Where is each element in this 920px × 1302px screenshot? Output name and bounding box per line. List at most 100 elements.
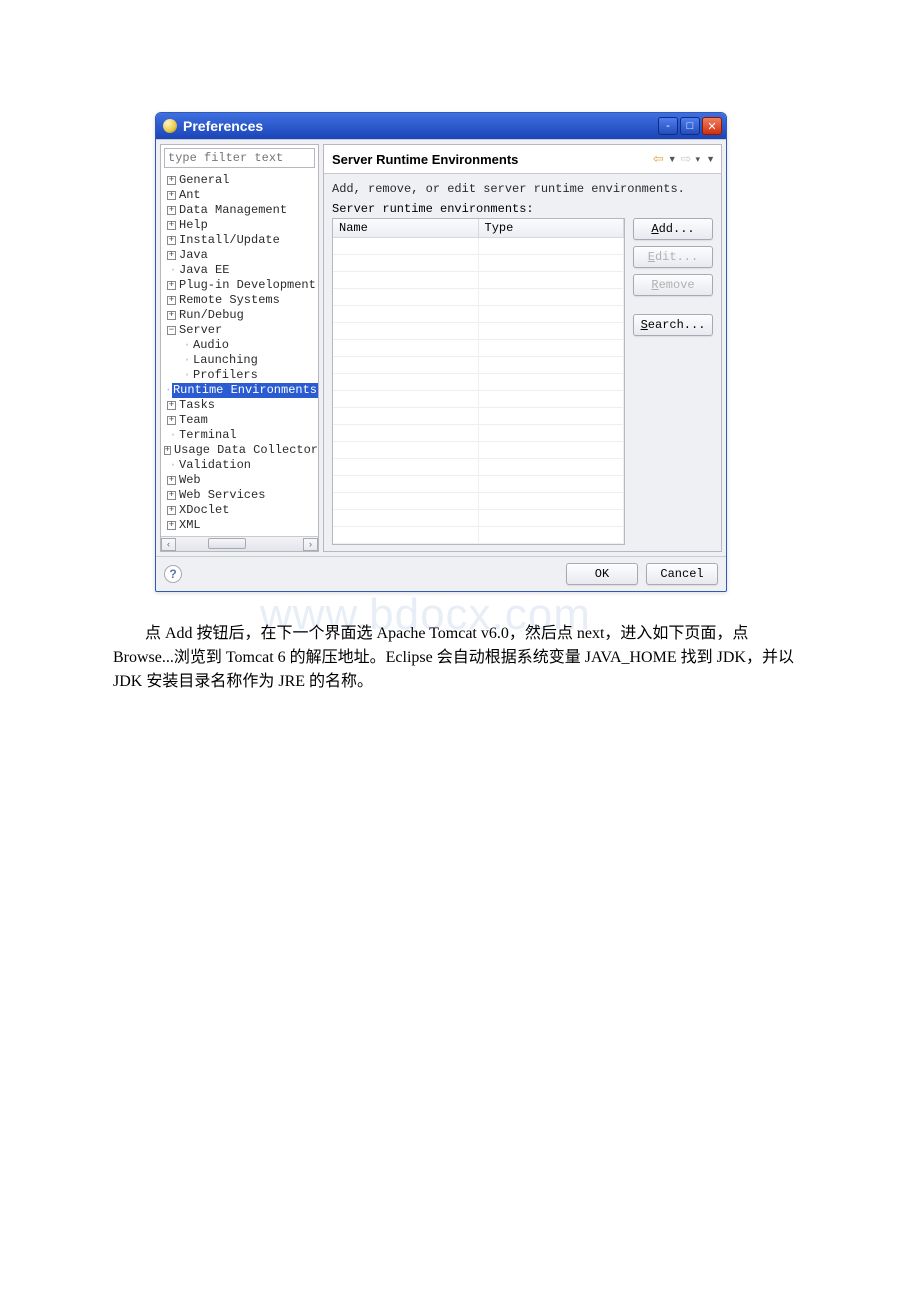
tree-item[interactable]: +Java	[163, 248, 318, 263]
table-row[interactable]	[333, 442, 624, 459]
expand-icon[interactable]: +	[167, 251, 176, 260]
tree-item-label: Plug-in Development	[179, 278, 316, 293]
expand-icon[interactable]: +	[167, 311, 176, 320]
nav-forward-icon[interactable]: ⇨	[679, 151, 694, 167]
expand-icon[interactable]: +	[167, 221, 176, 230]
app-icon	[163, 119, 177, 133]
table-row[interactable]	[333, 408, 624, 425]
expand-icon[interactable]: +	[167, 236, 176, 245]
table-row[interactable]	[333, 391, 624, 408]
edit-button: Edit...	[633, 246, 713, 268]
tree-item[interactable]: +Run/Debug	[163, 308, 318, 323]
tree-item[interactable]: ·Validation	[163, 458, 318, 473]
table-row[interactable]	[333, 306, 624, 323]
expand-icon[interactable]: +	[167, 176, 176, 185]
maximize-button[interactable]: □	[680, 117, 700, 135]
table-row[interactable]	[333, 340, 624, 357]
tree-item[interactable]: +Remote Systems	[163, 293, 318, 308]
tree-item[interactable]: +Plug-in Development	[163, 278, 318, 293]
column-name[interactable]: Name	[333, 219, 479, 238]
tree-item[interactable]: +Data Management	[163, 203, 318, 218]
dialog-footer: ? OK Cancel	[156, 556, 726, 591]
tree-item-label: Java	[179, 248, 208, 263]
tree-item[interactable]: ·Terminal	[163, 428, 318, 443]
tree-item-label: XDoclet	[179, 503, 229, 518]
nav-back-icon[interactable]: ⇦	[651, 151, 666, 167]
table-row[interactable]	[333, 323, 624, 340]
ok-button[interactable]: OK	[566, 563, 638, 585]
nav-menu-icon[interactable]: ▼	[706, 154, 715, 164]
tree-item[interactable]: ·Java EE	[163, 263, 318, 278]
tree-item-label: Install/Update	[179, 233, 280, 248]
tree-item-label: Run/Debug	[179, 308, 244, 323]
list-label: Server runtime environments:	[332, 202, 713, 216]
tree-item[interactable]: ·Launching	[163, 353, 318, 368]
titlebar[interactable]: Preferences ‐ □ ✕	[156, 113, 726, 139]
runtime-table[interactable]: Name Type	[332, 218, 625, 545]
table-row[interactable]	[333, 476, 624, 493]
expand-icon[interactable]: +	[167, 206, 176, 215]
tree-item[interactable]: +Team	[163, 413, 318, 428]
collapse-icon[interactable]: −	[167, 326, 176, 335]
expand-icon[interactable]: +	[167, 476, 176, 485]
tree-item[interactable]: +Usage Data Collector	[163, 443, 318, 458]
tree-item[interactable]: +Web Services	[163, 488, 318, 503]
tree-item[interactable]: +Ant	[163, 188, 318, 203]
tree-item[interactable]: ·Runtime Environments	[163, 383, 318, 398]
tree-item[interactable]: −Server	[163, 323, 318, 338]
scroll-right-icon[interactable]: ›	[303, 538, 318, 551]
page-description: Add, remove, or edit server runtime envi…	[332, 182, 713, 196]
expand-icon[interactable]: +	[167, 506, 176, 515]
minimize-button[interactable]: ‐	[658, 117, 678, 135]
tree-item-label: XML	[179, 518, 201, 533]
scroll-thumb[interactable]	[208, 538, 246, 549]
expand-icon[interactable]: +	[167, 491, 176, 500]
expand-icon[interactable]: +	[167, 296, 176, 305]
table-row[interactable]	[333, 272, 624, 289]
expand-icon[interactable]: +	[167, 401, 176, 410]
expand-icon[interactable]: +	[167, 416, 176, 425]
table-row[interactable]	[333, 374, 624, 391]
tree-item[interactable]: ·Profilers	[163, 368, 318, 383]
window-title: Preferences	[183, 118, 658, 134]
tree-item[interactable]: ·Audio	[163, 338, 318, 353]
nav-back-menu-icon[interactable]: ▼	[668, 154, 677, 164]
tree-item-label: Help	[179, 218, 208, 233]
tree-item[interactable]: +XDoclet	[163, 503, 318, 518]
tree-item[interactable]: +Tasks	[163, 398, 318, 413]
expand-icon[interactable]: +	[167, 191, 176, 200]
tree-item-label: Web Services	[179, 488, 265, 503]
expand-icon[interactable]: +	[167, 521, 176, 530]
tree-item[interactable]: +Help	[163, 218, 318, 233]
cancel-button[interactable]: Cancel	[646, 563, 718, 585]
add-button[interactable]: Add...	[633, 218, 713, 240]
tree-item[interactable]: +XML	[163, 518, 318, 533]
table-row[interactable]	[333, 510, 624, 527]
tree-item[interactable]: +General	[163, 173, 318, 188]
filter-input[interactable]	[164, 148, 315, 168]
tree-item[interactable]: +Web	[163, 473, 318, 488]
nav-forward-menu-icon[interactable]: ▾	[696, 154, 701, 165]
preferences-tree[interactable]: +General+Ant+Data Management+Help+Instal…	[161, 171, 318, 536]
table-row[interactable]	[333, 289, 624, 306]
help-icon[interactable]: ?	[164, 565, 182, 583]
tree-item-label: Server	[179, 323, 222, 338]
column-type[interactable]: Type	[479, 219, 625, 238]
tree-scrollbar[interactable]: ‹ ›	[161, 536, 318, 551]
tree-item[interactable]: +Install/Update	[163, 233, 318, 248]
table-row[interactable]	[333, 459, 624, 476]
table-row[interactable]	[333, 493, 624, 510]
table-row[interactable]	[333, 527, 624, 544]
table-row[interactable]	[333, 255, 624, 272]
expand-icon[interactable]: +	[167, 281, 176, 290]
tree-pane: +General+Ant+Data Management+Help+Instal…	[160, 144, 319, 552]
tree-item-label: Launching	[193, 353, 258, 368]
table-row[interactable]	[333, 425, 624, 442]
close-button[interactable]: ✕	[702, 117, 722, 135]
expand-icon[interactable]: +	[164, 446, 171, 455]
table-row[interactable]	[333, 238, 624, 255]
table-row[interactable]	[333, 357, 624, 374]
scroll-left-icon[interactable]: ‹	[161, 538, 176, 551]
page-title: Server Runtime Environments	[332, 152, 651, 167]
search-button[interactable]: Search...	[633, 314, 713, 336]
